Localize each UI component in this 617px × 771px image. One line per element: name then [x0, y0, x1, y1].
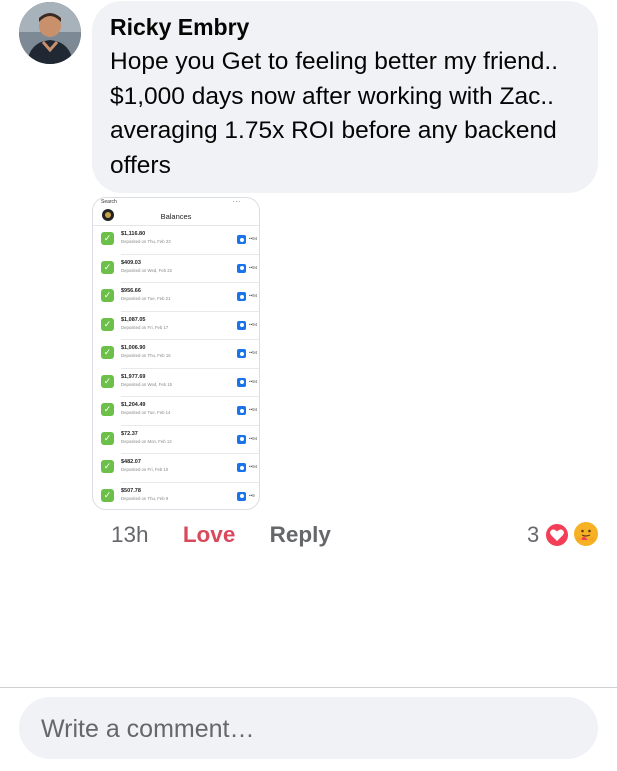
- deposit-amount: $1,204.49: [121, 402, 146, 408]
- deposit-amount: $507.78: [121, 487, 141, 494]
- comment-author[interactable]: Ricky Embry: [110, 13, 580, 41]
- deposit-amount: $482.07: [121, 459, 141, 465]
- deposit-date: Deposited on Thu, Feb 16: [121, 353, 171, 358]
- bank-icon: [237, 349, 246, 358]
- check-icon[interactable]: ✓: [101, 403, 114, 416]
- status-bar-label: Search: [101, 199, 117, 205]
- check-icon[interactable]: ✓: [101, 289, 114, 302]
- comment-bubble: Ricky Embry Hope you Get to feeling bett…: [92, 1, 598, 193]
- comment-actions: 13h Love Reply: [111, 522, 359, 548]
- bank-icon: [237, 463, 246, 472]
- reaction-count: 3: [527, 522, 540, 547]
- account-mask: ••94: [249, 435, 258, 441]
- deposit-date: Deposited on Fri, Feb 17: [121, 324, 169, 330]
- deposit-date: Deposited on Thu, Feb 9: [121, 495, 169, 501]
- comment-input[interactable]: [39, 697, 563, 761]
- bank-icon: [237, 320, 246, 330]
- bank-icon: [237, 292, 246, 301]
- account-mask: ••94: [249, 321, 258, 327]
- deposit-amount: $1,116.80: [121, 231, 146, 237]
- reply-button[interactable]: Reply: [270, 522, 331, 548]
- account-mask: ••94: [249, 464, 258, 469]
- deposit-amount: $1,977.69: [121, 373, 146, 380]
- account-mask: ••94: [249, 407, 258, 412]
- bank-icon: [237, 434, 246, 444]
- deposit-amount: $72.37: [121, 430, 138, 437]
- signal-icon: ...: [232, 198, 241, 204]
- account-mask: ••94: [249, 264, 258, 270]
- deposit-amount: $956.66: [121, 288, 141, 294]
- comment-composer: [19, 697, 598, 761]
- check-icon[interactable]: ✓: [101, 460, 114, 473]
- check-icon[interactable]: ✓: [101, 346, 114, 359]
- deposit-row[interactable]: ✓ $482.07 Deposited on Fri, Feb 10 ••94: [93, 454, 259, 483]
- check-icon[interactable]: ✓: [101, 431, 114, 445]
- bank-icon: [237, 406, 246, 415]
- deposit-amount: $409.03: [121, 259, 141, 266]
- bank-icon: [237, 263, 246, 273]
- composer-divider: [0, 687, 617, 688]
- deposit-date: Deposited on Fri, Feb 10: [121, 467, 169, 472]
- deposit-date: Deposited on Mon, Feb 13: [121, 438, 172, 444]
- bank-icon: [237, 377, 246, 387]
- care-hug-icon: [572, 520, 600, 548]
- account-mask: ••94: [249, 378, 258, 384]
- account-mask: ••94: [249, 350, 258, 355]
- deposit-row[interactable]: ✓ $1,977.69 Deposited on Wed, Feb 15 ••94: [93, 369, 259, 397]
- deposit-row[interactable]: ✓ $956.66 Deposited on Tue, Feb 21 ••94: [93, 283, 259, 312]
- deposit-date: Deposited on Thu, Feb 23: [121, 239, 171, 244]
- check-icon[interactable]: ✓: [101, 488, 114, 502]
- avatar-photo: [19, 2, 81, 64]
- deposit-date: Deposited on Wed, Feb 15: [121, 381, 173, 387]
- deposit-row[interactable]: ✓ $1,116.80 Deposited on Thu, Feb 23 ••94: [93, 226, 259, 255]
- check-icon[interactable]: ✓: [101, 260, 114, 274]
- deposit-row[interactable]: ✓ $1,204.49 Deposited on Tue, Feb 14 ••94: [93, 397, 259, 426]
- deposit-row[interactable]: ✓ $507.78 Deposited on Thu, Feb 9 ••9: [93, 483, 259, 510]
- deposit-row[interactable]: ✓ $1,006.90 Deposited on Thu, Feb 16 ••94: [93, 340, 259, 369]
- deposit-row[interactable]: ✓ $409.03 Deposited on Wed, Feb 22 ••94: [93, 255, 259, 283]
- deposit-date: Deposited on Tue, Feb 14: [121, 410, 171, 415]
- comment-timestamp[interactable]: 13h: [111, 522, 149, 548]
- account-mask: ••94: [249, 293, 258, 298]
- balances-title: Balances: [160, 212, 192, 221]
- check-icon[interactable]: ✓: [101, 374, 114, 388]
- check-icon[interactable]: ✓: [101, 317, 114, 331]
- comment-message: Hope you Get to feeling better my friend…: [110, 48, 559, 179]
- heart-icon: [544, 522, 570, 548]
- deposit-row[interactable]: ✓ $72.37 Deposited on Mon, Feb 13 ••94: [93, 426, 259, 454]
- bank-icon: [237, 491, 246, 501]
- bank-icon: [237, 235, 246, 244]
- attached-screenshot[interactable]: Search ... Balances ✓ $1,116.80 Deposited …: [92, 197, 260, 510]
- deposit-amount: $1,087.05: [121, 316, 146, 323]
- account-mask: ••94: [249, 236, 258, 241]
- love-button[interactable]: Love: [183, 522, 236, 548]
- deposit-date: Deposited on Wed, Feb 22: [121, 267, 173, 273]
- deposit-amount: $1,006.90: [121, 345, 146, 351]
- deposit-date: Deposited on Tue, Feb 21: [121, 296, 171, 301]
- check-icon[interactable]: ✓: [101, 232, 114, 245]
- account-mask: ••9: [249, 492, 255, 498]
- deposit-row[interactable]: ✓ $1,087.05 Deposited on Fri, Feb 17 ••94: [93, 312, 259, 340]
- avatar[interactable]: [19, 2, 81, 64]
